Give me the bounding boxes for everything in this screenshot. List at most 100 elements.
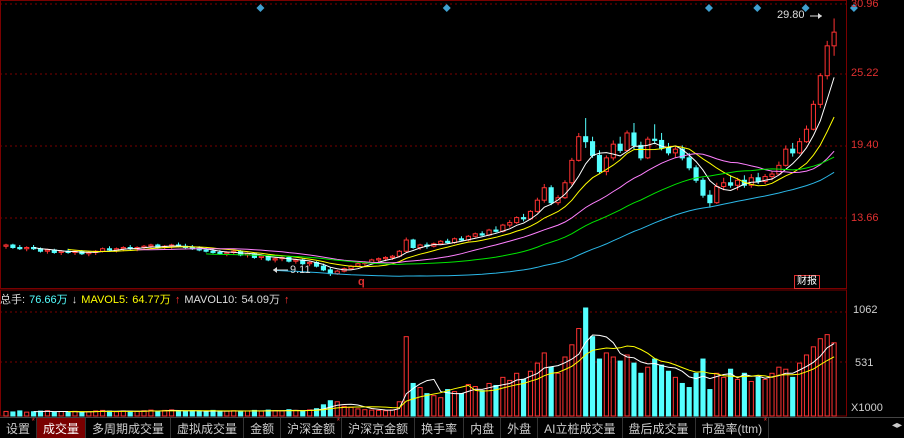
- volume-bar: [438, 397, 444, 417]
- ma30-line: [206, 156, 835, 265]
- volume-bar: [755, 376, 761, 417]
- candle-body: [24, 246, 30, 250]
- volume-bar: [734, 378, 741, 417]
- volume-bar: [831, 342, 837, 417]
- candle-body: [810, 103, 816, 130]
- volume-bar: [603, 352, 609, 417]
- volume-bar: [86, 411, 92, 417]
- total-volume-label: 总手:: [0, 294, 26, 306]
- candle-body: [728, 182, 734, 186]
- volume-bar: [279, 410, 285, 417]
- candle-body: [596, 154, 603, 173]
- volume-bar: [79, 411, 85, 417]
- volume-bar: [293, 409, 299, 417]
- candle-body: [514, 217, 520, 224]
- candle-body: [58, 250, 64, 253]
- price-tick-2: 25.22: [851, 67, 879, 79]
- tab-6[interactable]: 沪深京金额: [342, 418, 416, 438]
- tab-4[interactable]: 金额: [244, 418, 282, 438]
- tab-label: 成交量: [43, 421, 80, 436]
- volume-bar: [693, 372, 699, 417]
- up-arrow-icon: ↑: [174, 294, 181, 306]
- tab-0[interactable]: 设置 *: [0, 416, 38, 438]
- candle-body: [217, 251, 223, 255]
- candle-body: [721, 182, 727, 187]
- volume-tick-top: 1062: [853, 304, 878, 316]
- volume-bar: [300, 410, 306, 417]
- volume-bar: [520, 378, 527, 417]
- candle-body: [438, 240, 444, 245]
- volume-bar: [645, 366, 651, 417]
- tab-12[interactable]: 市盈率(ttm) *: [696, 416, 770, 438]
- volume-bar: [58, 411, 64, 417]
- tab-8[interactable]: 内盘: [464, 418, 502, 438]
- tab-1[interactable]: 成交量: [37, 418, 87, 438]
- candle-body: [44, 249, 50, 252]
- volume-bar: [127, 410, 133, 417]
- ma60-line: [275, 171, 835, 277]
- low-price-label: 9.11: [290, 264, 311, 276]
- volume-bar: [617, 360, 623, 417]
- volume-bar: [10, 411, 16, 417]
- tab-7[interactable]: 换手率: [415, 418, 465, 438]
- tab-3[interactable]: 虚拟成交量: [171, 418, 245, 438]
- volume-bar: [175, 410, 182, 417]
- volume-bar: [665, 370, 672, 417]
- volume-bar: [776, 366, 782, 417]
- price-tick-3: 19.40: [851, 139, 879, 151]
- candle-body: [638, 144, 644, 159]
- volume-bar: [721, 376, 727, 417]
- volume-bar: [762, 378, 768, 417]
- candle-body: [403, 239, 409, 252]
- ma20-line: [137, 150, 835, 264]
- ma5-line: [33, 77, 835, 271]
- volume-bar: [748, 380, 754, 417]
- candle-body: [293, 259, 299, 262]
- high-price-label: 29.80: [777, 9, 805, 21]
- candle-body: [590, 141, 596, 156]
- volume-bar: [686, 387, 692, 417]
- tab-scroll-arrows-icon[interactable]: ◂▸: [892, 420, 902, 431]
- candle-body: [3, 244, 9, 247]
- candle-body: [382, 256, 389, 260]
- mavol10-label: MAVOL10:: [184, 294, 238, 306]
- volume-bar: [590, 336, 596, 417]
- volume-bar: [182, 410, 188, 417]
- candle-body: [790, 148, 796, 154]
- candle-body: [569, 159, 575, 184]
- star-icon: *: [31, 416, 36, 426]
- tab-10[interactable]: AI立桩成交量: [538, 418, 623, 438]
- volume-bar: [3, 410, 9, 417]
- candle-body: [376, 258, 382, 261]
- candle-body: [258, 255, 264, 258]
- tab-9[interactable]: 外盘: [501, 418, 539, 438]
- candle-body: [803, 128, 810, 143]
- volume-bar: [403, 336, 409, 417]
- volume-bar: [431, 395, 437, 417]
- volume-bar: [244, 410, 251, 417]
- volume-bar: [196, 410, 202, 417]
- tab-11[interactable]: 盘后成交量: [623, 418, 696, 438]
- tab-2[interactable]: 多周期成交量: [86, 418, 172, 438]
- volume-bar: [610, 356, 616, 417]
- candle-body: [203, 249, 209, 252]
- volume-bar: [652, 358, 658, 417]
- tab-5[interactable]: 沪深金额 *: [281, 416, 343, 438]
- tab-label: AI立桩成交量: [544, 421, 616, 436]
- tab-label: 沪深金额: [287, 421, 336, 436]
- candle-body: [320, 265, 327, 271]
- candle-body: [534, 199, 540, 212]
- kline-chart[interactable]: [0, 0, 904, 437]
- volume-indicator-bar: 总手: 76.66万 ↓ MAVOL5: 64.77万 ↑ MAVOL10: 5…: [0, 291, 291, 307]
- earnings-badge[interactable]: 财报: [794, 275, 820, 289]
- candle-body: [686, 157, 692, 169]
- candle-body: [334, 270, 340, 275]
- candle-body: [445, 240, 451, 244]
- diamond-marker-icon: [704, 4, 713, 12]
- candle-body: [831, 31, 837, 47]
- candle-body: [652, 138, 658, 141]
- star-icon: *: [336, 416, 341, 426]
- event-marker[interactable]: q: [358, 276, 365, 288]
- total-volume-value: 76.66万: [29, 294, 68, 306]
- candle-body: [665, 147, 672, 154]
